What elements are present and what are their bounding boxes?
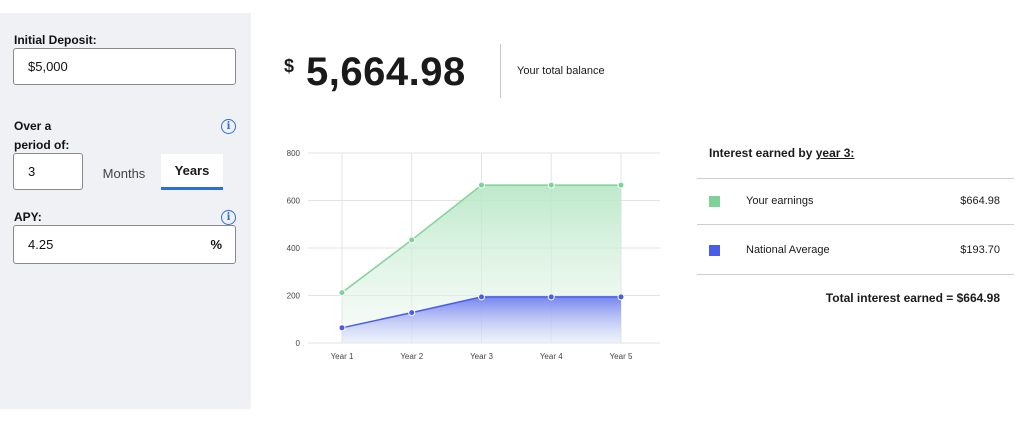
your-earnings-value: $664.98 <box>960 195 1000 207</box>
your-earnings-swatch <box>709 195 720 207</box>
apy-value: 4.25 <box>28 237 54 252</box>
series-point-0 <box>338 289 346 297</box>
apy-info-icon[interactable]: i <box>221 210 236 225</box>
x-tick-label: Year 2 <box>400 352 423 361</box>
interest-title-prefix: Interest earned by <box>709 146 816 160</box>
deposit-input[interactable]: $5,000 <box>13 48 236 85</box>
interest-title: Interest earned by year 3: <box>709 146 854 160</box>
series-point-0 <box>408 236 416 244</box>
apy-unit: % <box>210 237 222 252</box>
y-tick-label: 200 <box>287 292 301 301</box>
series-point-1 <box>617 293 625 301</box>
legend-row-national-average: National Average $193.70 <box>697 230 1014 270</box>
balance-divider <box>500 44 501 98</box>
x-tick-label: Year 5 <box>610 352 633 361</box>
series-point-0 <box>478 181 485 189</box>
x-tick-label: Year 3 <box>470 352 493 361</box>
interest-year-link[interactable]: year 3: <box>816 146 855 160</box>
legend-row-your-earnings: Your earnings $664.98 <box>697 181 1014 221</box>
tab-months[interactable]: Months <box>95 158 153 188</box>
y-tick-label: 0 <box>296 339 301 348</box>
y-tick-label: 800 <box>287 149 301 158</box>
x-tick-label: Year 4 <box>540 352 563 361</box>
total-interest: Total interest earned = $664.98 <box>825 291 1000 305</box>
divider <box>697 178 1014 179</box>
period-label-line1: Over a <box>14 119 52 133</box>
series-point-1 <box>547 293 555 301</box>
interest-chart: 0 200 400 600 800 Year 1 Year 2 Year 3 Year 4 Yea… <box>287 149 660 361</box>
apy-input[interactable]: 4.25 % <box>13 225 236 264</box>
apy-label: APY: <box>14 210 42 224</box>
y-tick-label: 600 <box>287 197 301 206</box>
national-average-value: $193.70 <box>960 244 1000 256</box>
divider <box>697 274 1014 275</box>
divider <box>697 224 1014 225</box>
series-point-1 <box>338 324 346 332</box>
calculator-sidebar: Initial Deposit: $5,000 Over a period of… <box>0 13 251 409</box>
national-average-swatch <box>709 244 720 256</box>
deposit-label: Initial Deposit: <box>14 33 97 47</box>
series-point-0 <box>617 181 625 189</box>
period-label-line2: period of: <box>14 138 70 152</box>
national-average-label: National Average <box>746 244 830 256</box>
x-tick-label: Year 1 <box>331 352 354 361</box>
period-info-icon[interactable]: i <box>221 119 236 134</box>
total-balance: 5,664.98 <box>306 50 466 94</box>
y-tick-label: 400 <box>287 244 301 253</box>
currency-symbol: $ <box>284 56 295 76</box>
tab-years[interactable]: Years <box>161 154 223 190</box>
series-point-1 <box>408 309 416 317</box>
your-earnings-label: Your earnings <box>746 195 814 207</box>
period-input[interactable]: 3 <box>13 153 83 190</box>
total-balance-label: Your total balance <box>517 65 605 77</box>
series-point-1 <box>478 293 485 301</box>
series-point-0 <box>547 181 555 189</box>
